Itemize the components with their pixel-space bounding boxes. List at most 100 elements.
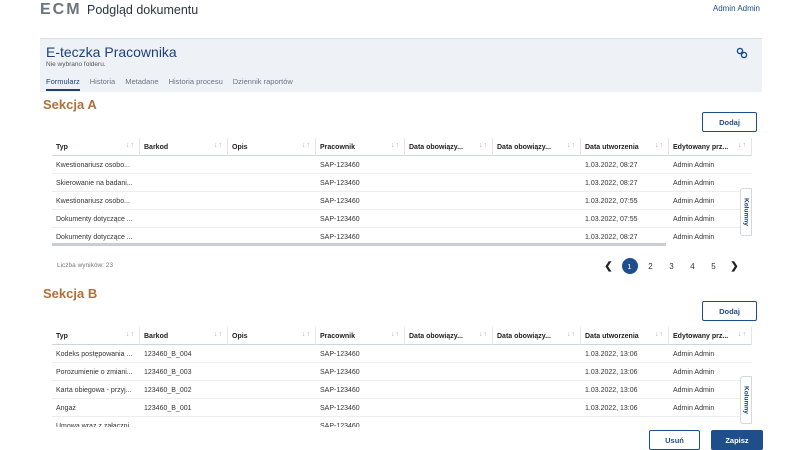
cell-data-obowiazywania-od <box>405 174 493 192</box>
section-a-header-barkod[interactable]: Barkod ↓↑ <box>140 138 228 156</box>
section-b-header-data-obowiazywania-do[interactable]: Data obowiązy... ↓↑ <box>493 327 581 345</box>
table-row[interactable]: Dokumenty dotyczące ... SAP-123460 1.03.20… <box>52 228 752 244</box>
section-a-header-typ[interactable]: Typ ↓↑ <box>52 138 140 156</box>
section-a-header-pracownik[interactable]: Pracownik ↓↑ <box>316 138 405 156</box>
sort-icon[interactable]: ↓↑ <box>479 331 488 338</box>
table-row[interactable]: Angaż 123460_B_001 SAP-123460 1.03.2022, 13… <box>52 399 752 417</box>
tab-historia-procesu[interactable]: Historia procesu <box>169 77 223 91</box>
section-b-header-barkod[interactable]: Barkod ↓↑ <box>140 327 228 345</box>
sort-icon[interactable]: ↓↑ <box>655 331 664 338</box>
section-b-add-button[interactable]: Dodaj <box>702 301 757 321</box>
tab-bar: Formularz Historia Metadane Historia pro… <box>46 77 293 91</box>
tab-formularz[interactable]: Formularz <box>46 77 80 91</box>
tab-dziennik-raportow[interactable]: Dziennik raportów <box>233 77 293 91</box>
sort-icon[interactable]: ↓↑ <box>738 331 747 338</box>
section-b-header-data-utworzenia[interactable]: Data utworzenia ↓↑ <box>581 327 669 345</box>
section-b-header-pracownik[interactable]: Pracownik ↓↑ <box>316 327 405 345</box>
cell-barkod: 123460_B_002 <box>144 386 192 394</box>
column-label: Data obowiązy... <box>409 143 463 151</box>
cell-data-obowiazywania-do <box>493 156 581 174</box>
section-a-header-edytowany-przez[interactable]: Edytowany prz... ↓↑ <box>669 138 752 156</box>
next-page-button[interactable]: ❯ <box>724 257 745 275</box>
table-row[interactable]: Kwestionariusz osobo... SAP-123460 1.03.20… <box>52 192 752 210</box>
sort-icon[interactable]: ↓↑ <box>391 331 400 338</box>
sort-icon[interactable]: ↓↑ <box>738 142 747 149</box>
cell-barkod <box>140 192 228 210</box>
cell-opis <box>228 345 316 363</box>
delete-button[interactable]: Usuń <box>649 430 700 450</box>
cell-data-utworzenia: 1.03.2022, 07:55 <box>585 215 638 223</box>
user-menu[interactable]: Admin Admin <box>713 4 760 13</box>
table-row[interactable]: Kwestionariusz osobo... SAP-123460 1.03.20… <box>52 156 752 174</box>
page-2-button[interactable]: 2 <box>640 257 661 275</box>
cell-opis <box>228 381 316 399</box>
sort-icon[interactable]: ↓↑ <box>655 142 664 149</box>
sort-icon[interactable]: ↓↑ <box>479 142 488 149</box>
table-row[interactable]: Karta obiegowa - przyj... 123460_B_002 SAP… <box>52 381 752 399</box>
section-a-header-opis[interactable]: Opis ↓↑ <box>228 138 316 156</box>
table-row[interactable]: Dokumenty dotyczące ... SAP-123460 1.03.20… <box>52 210 752 228</box>
document-header: E-teczka Pracownika Nie wybrano folderu.… <box>40 38 762 92</box>
cell-pracownik: SAP-123460 <box>320 350 360 358</box>
tab-historia[interactable]: Historia <box>90 77 115 91</box>
cell-data-obowiazywania-do <box>493 399 581 417</box>
sort-icon[interactable]: ↓↑ <box>567 142 576 149</box>
sort-icon[interactable]: ↓↑ <box>391 142 400 149</box>
cell-data-utworzenia: 1.03.2022, 08:27 <box>585 179 638 187</box>
cell-opis <box>228 192 316 210</box>
cell-data-obowiazywania-do <box>493 381 581 399</box>
save-button[interactable]: Zapisz <box>711 430 763 450</box>
pagination: ❮ 1 2 3 4 5 ❯ <box>598 257 745 275</box>
cell-pracownik: SAP-123460 <box>320 161 360 169</box>
cell-barkod: 123460_B_003 <box>144 368 192 376</box>
table-row[interactable]: Skierowanie na badani... SAP-123460 1.03.2… <box>52 174 752 192</box>
section-b-header-data-obowiazywania-od[interactable]: Data obowiązy... ↓↑ <box>405 327 493 345</box>
cell-pracownik: SAP-123460 <box>320 215 360 223</box>
page-4-button[interactable]: 4 <box>682 257 703 275</box>
folder-note: Nie wybrano folderu. <box>46 61 106 68</box>
app-title: Podgląd dokumentu <box>87 3 199 17</box>
table-row[interactable]: Kodeks postępowania ... 123460_B_004 SAP-1… <box>52 345 752 363</box>
section-b-header-typ[interactable]: Typ ↓↑ <box>52 327 140 345</box>
sort-icon[interactable]: ↓↑ <box>302 142 311 149</box>
section-a-add-button[interactable]: Dodaj <box>702 112 757 132</box>
section-b-header-edytowany-przez[interactable]: Edytowany prz... ↓↑ <box>669 327 752 345</box>
section-a-header-data-obowiazywania-od[interactable]: Data obowiązy... ↓↑ <box>405 138 493 156</box>
table-row[interactable]: Umowa wraz z załączni... SAP-123460 <box>52 417 752 428</box>
sort-icon[interactable]: ↓↑ <box>214 142 223 149</box>
section-b-header-opis[interactable]: Opis ↓↑ <box>228 327 316 345</box>
cell-typ: Angaż <box>56 404 76 412</box>
sort-icon[interactable]: ↓↑ <box>126 331 135 338</box>
sort-icon[interactable]: ↓↑ <box>567 331 576 338</box>
section-a-header-data-utworzenia[interactable]: Data utworzenia ↓↑ <box>581 138 669 156</box>
section-a-header-data-obowiazywania-do[interactable]: Data obowiązy... ↓↑ <box>493 138 581 156</box>
sort-icon[interactable]: ↓↑ <box>302 331 311 338</box>
table-row[interactable]: Porozumienie o zmiani... 123460_B_003 SAP-… <box>52 363 752 381</box>
cell-typ: Dokumenty dotyczące ... <box>56 215 133 223</box>
cell-data-obowiazywania-do <box>493 192 581 210</box>
link-icon[interactable] <box>736 47 748 59</box>
section-a-columns-tab[interactable]: Kolumny <box>740 188 752 236</box>
cell-pracownik: SAP-123460 <box>320 179 360 187</box>
cell-barkod: 123460_B_001 <box>144 404 192 412</box>
section-b-columns-tab[interactable]: Kolumny <box>740 376 752 424</box>
column-label: Edytowany prz... <box>673 143 729 151</box>
results-count: Liczba wyników: 23 <box>57 262 113 269</box>
column-label: Barkod <box>144 143 169 151</box>
prev-page-button[interactable]: ❮ <box>598 257 619 275</box>
section-a-table-header: Typ ↓↑ Barkod ↓↑ Opis ↓↑ Pracownik ↓↑ Data obowi… <box>52 138 752 156</box>
tab-metadane[interactable]: Metadane <box>125 77 158 91</box>
column-label: Edytowany prz... <box>673 332 729 340</box>
page-5-button[interactable]: 5 <box>703 257 724 275</box>
page-3-button[interactable]: 3 <box>661 257 682 275</box>
section-a-table: Typ ↓↑ Barkod ↓↑ Opis ↓↑ Pracownik ↓↑ Data obowi… <box>52 138 752 244</box>
cell-data-obowiazywania-do <box>493 228 581 244</box>
cell-opis <box>228 174 316 192</box>
cell-data-obowiazywania-od <box>405 363 493 381</box>
cell-typ: Skierowanie na badani... <box>56 179 133 187</box>
section-a-hscrollbar[interactable] <box>52 243 666 246</box>
page-1-button[interactable]: 1 <box>619 257 640 275</box>
sort-icon[interactable]: ↓↑ <box>214 331 223 338</box>
sort-icon[interactable]: ↓↑ <box>126 142 135 149</box>
column-label: Pracownik <box>320 332 356 340</box>
